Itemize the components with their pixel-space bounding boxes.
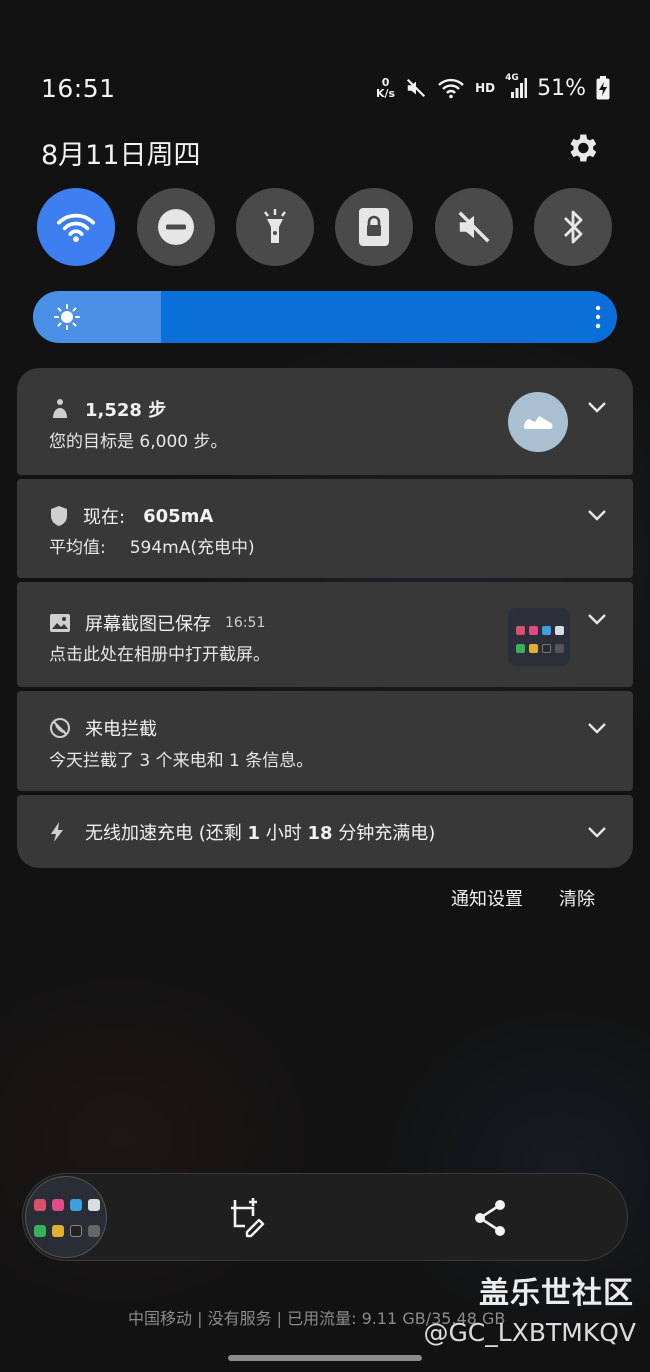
notification-charging[interactable]: 无线加速充电 (还剩 1 小时 18 分钟充满电)	[17, 795, 633, 868]
home-indicator[interactable]	[228, 1355, 422, 1361]
qs-tile-screen-lock[interactable]	[335, 188, 413, 266]
chevron-down-icon[interactable]	[587, 509, 607, 521]
steps-goal: 您的目标是 6,000 步。	[49, 432, 228, 452]
lightning-icon	[51, 822, 63, 842]
current-label: 现在:	[83, 507, 126, 528]
steps-count: 1,528 步	[85, 400, 167, 421]
battery-percent: 51%	[537, 75, 586, 101]
qs-tile-flashlight[interactable]	[236, 188, 314, 266]
qs-tile-sound[interactable]	[435, 188, 513, 266]
status-bar: 16:51 0 K/s HD 4G 51%	[0, 0, 650, 120]
qs-tile-wifi[interactable]	[37, 188, 115, 266]
notification-call-block[interactable]: 来电拦截 今天拦截了 3 个来电和 1 条信息。	[17, 691, 633, 791]
call-block-title: 来电拦截	[85, 719, 157, 740]
wifi-icon	[438, 78, 464, 99]
screenshot-toolbar	[22, 1173, 628, 1261]
bluetooth-icon	[564, 210, 583, 244]
status-icons: 0 K/s HD 4G 51%	[376, 72, 610, 104]
gear-icon[interactable]	[564, 130, 600, 166]
chevron-down-icon[interactable]	[587, 826, 607, 838]
screenshot-body: 点击此处在相册中打开截屏。	[49, 645, 270, 665]
qs-tile-do-not-disturb[interactable]	[137, 188, 215, 266]
brightness-slider[interactable]	[33, 291, 617, 343]
current-value: 605mA	[143, 505, 214, 527]
screenshot-title: 屏幕截图已保存	[85, 614, 211, 635]
walking-person-icon	[53, 399, 67, 418]
shield-icon	[51, 506, 67, 526]
average-label: 平均值:	[49, 538, 106, 558]
hd-label: HD	[475, 81, 496, 95]
screenshot-preview[interactable]	[25, 1176, 107, 1258]
qs-tile-bluetooth[interactable]	[534, 188, 612, 266]
average-value: 594mA(充电中)	[129, 538, 255, 558]
lock-icon	[359, 208, 389, 246]
flashlight-icon	[264, 209, 286, 243]
network-speed: 0 K/s	[375, 76, 396, 100]
notification-settings-button[interactable]: 通知设置	[451, 885, 523, 911]
watermark-handle: @GC_LXBTMKQV	[423, 1318, 636, 1347]
share-icon[interactable]	[471, 1198, 509, 1238]
chevron-down-icon[interactable]	[587, 722, 607, 734]
steps-app-badge	[508, 392, 568, 452]
clock: 16:51	[41, 74, 116, 103]
screenshot-time: 16:51	[225, 615, 266, 631]
image-icon	[50, 614, 70, 632]
wifi-icon	[57, 213, 95, 242]
date-label: 8月11日周四	[41, 140, 201, 171]
battery-charging-icon	[596, 76, 610, 100]
notification-current[interactable]: 现在: 605mA 平均值: 594mA(充电中)	[17, 479, 633, 578]
scroll-capture-icon[interactable]	[223, 1196, 267, 1240]
notification-screenshot[interactable]: 屏幕截图已保存 16:51 点击此处在相册中打开截屏。	[17, 582, 633, 687]
mute-icon	[458, 211, 490, 243]
signal-icon: 4G	[505, 73, 528, 100]
more-options-icon[interactable]	[595, 305, 601, 329]
screenshot-thumbnail[interactable]	[508, 608, 570, 666]
notification-steps[interactable]: 1,528 步 您的目标是 6,000 步。	[17, 368, 633, 475]
call-block-body: 今天拦截了 3 个来电和 1 条信息。	[49, 751, 314, 771]
do-not-disturb-icon	[158, 209, 194, 245]
chevron-down-icon[interactable]	[587, 401, 607, 413]
quick-settings	[37, 188, 617, 266]
shoe-icon	[524, 416, 553, 429]
clear-all-button[interactable]: 清除	[559, 885, 595, 911]
mute-icon	[407, 78, 426, 98]
charging-text: 无线加速充电 (还剩 1 小时 18 分钟充满电)	[85, 823, 436, 844]
sun-icon	[54, 304, 80, 330]
blocked-call-icon	[50, 718, 70, 738]
chevron-down-icon[interactable]	[587, 613, 607, 625]
